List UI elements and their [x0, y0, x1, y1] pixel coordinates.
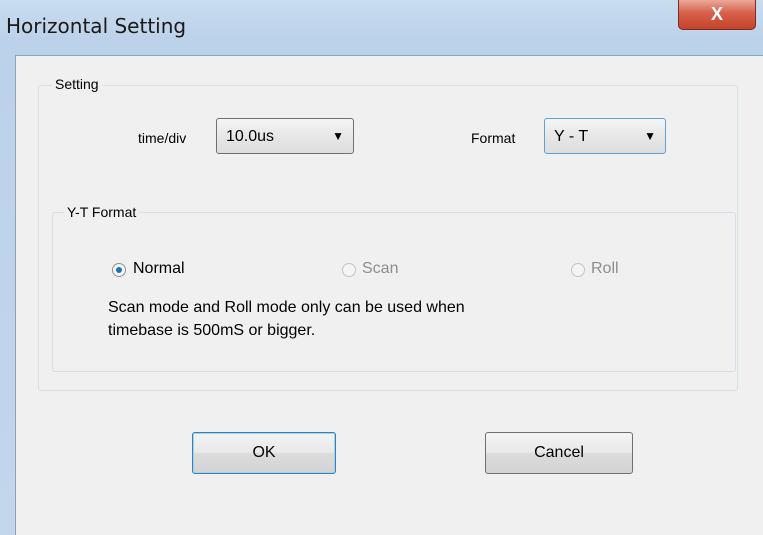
title-bar[interactable]: Horizontal Setting X — [0, 0, 763, 50]
radio-roll[interactable] — [571, 263, 585, 277]
cancel-button[interactable]: Cancel — [485, 432, 633, 474]
time-div-value: 10.0us — [226, 128, 275, 145]
format-value: Y - T — [554, 128, 589, 145]
yt-format-groupbox — [52, 212, 736, 372]
yt-format-note: Scan mode and Roll mode only can be used… — [108, 296, 465, 342]
note-line-2: timebase is 500mS or bigger. — [108, 322, 316, 339]
time-div-label: time/div — [138, 130, 187, 146]
radio-scan[interactable] — [342, 263, 356, 277]
dialog-client-area: Setting time/div 10.0us ▼ Format Y - T ▼… — [15, 55, 763, 535]
ok-button[interactable]: OK — [192, 432, 336, 474]
radio-normal[interactable] — [112, 263, 126, 277]
radio-roll-label[interactable]: Roll — [591, 260, 619, 278]
format-label: Format — [471, 130, 516, 146]
close-icon: X — [710, 4, 723, 24]
chevron-down-icon: ▼ — [644, 129, 656, 143]
time-div-select[interactable]: 10.0us ▼ — [216, 118, 354, 154]
note-line-1: Scan mode and Roll mode only can be used… — [108, 299, 465, 316]
format-select[interactable]: Y - T ▼ — [544, 118, 666, 154]
dialog-window: Horizontal Setting X Setting time/div 10… — [0, 0, 763, 535]
setting-group-label: Setting — [52, 76, 102, 92]
chevron-down-icon: ▼ — [332, 129, 344, 143]
yt-format-group-label: Y-T Format — [64, 204, 140, 220]
window-title: Horizontal Setting — [6, 14, 187, 38]
close-button[interactable]: X — [678, 0, 756, 30]
radio-scan-label[interactable]: Scan — [362, 260, 398, 278]
radio-normal-label[interactable]: Normal — [133, 260, 185, 278]
